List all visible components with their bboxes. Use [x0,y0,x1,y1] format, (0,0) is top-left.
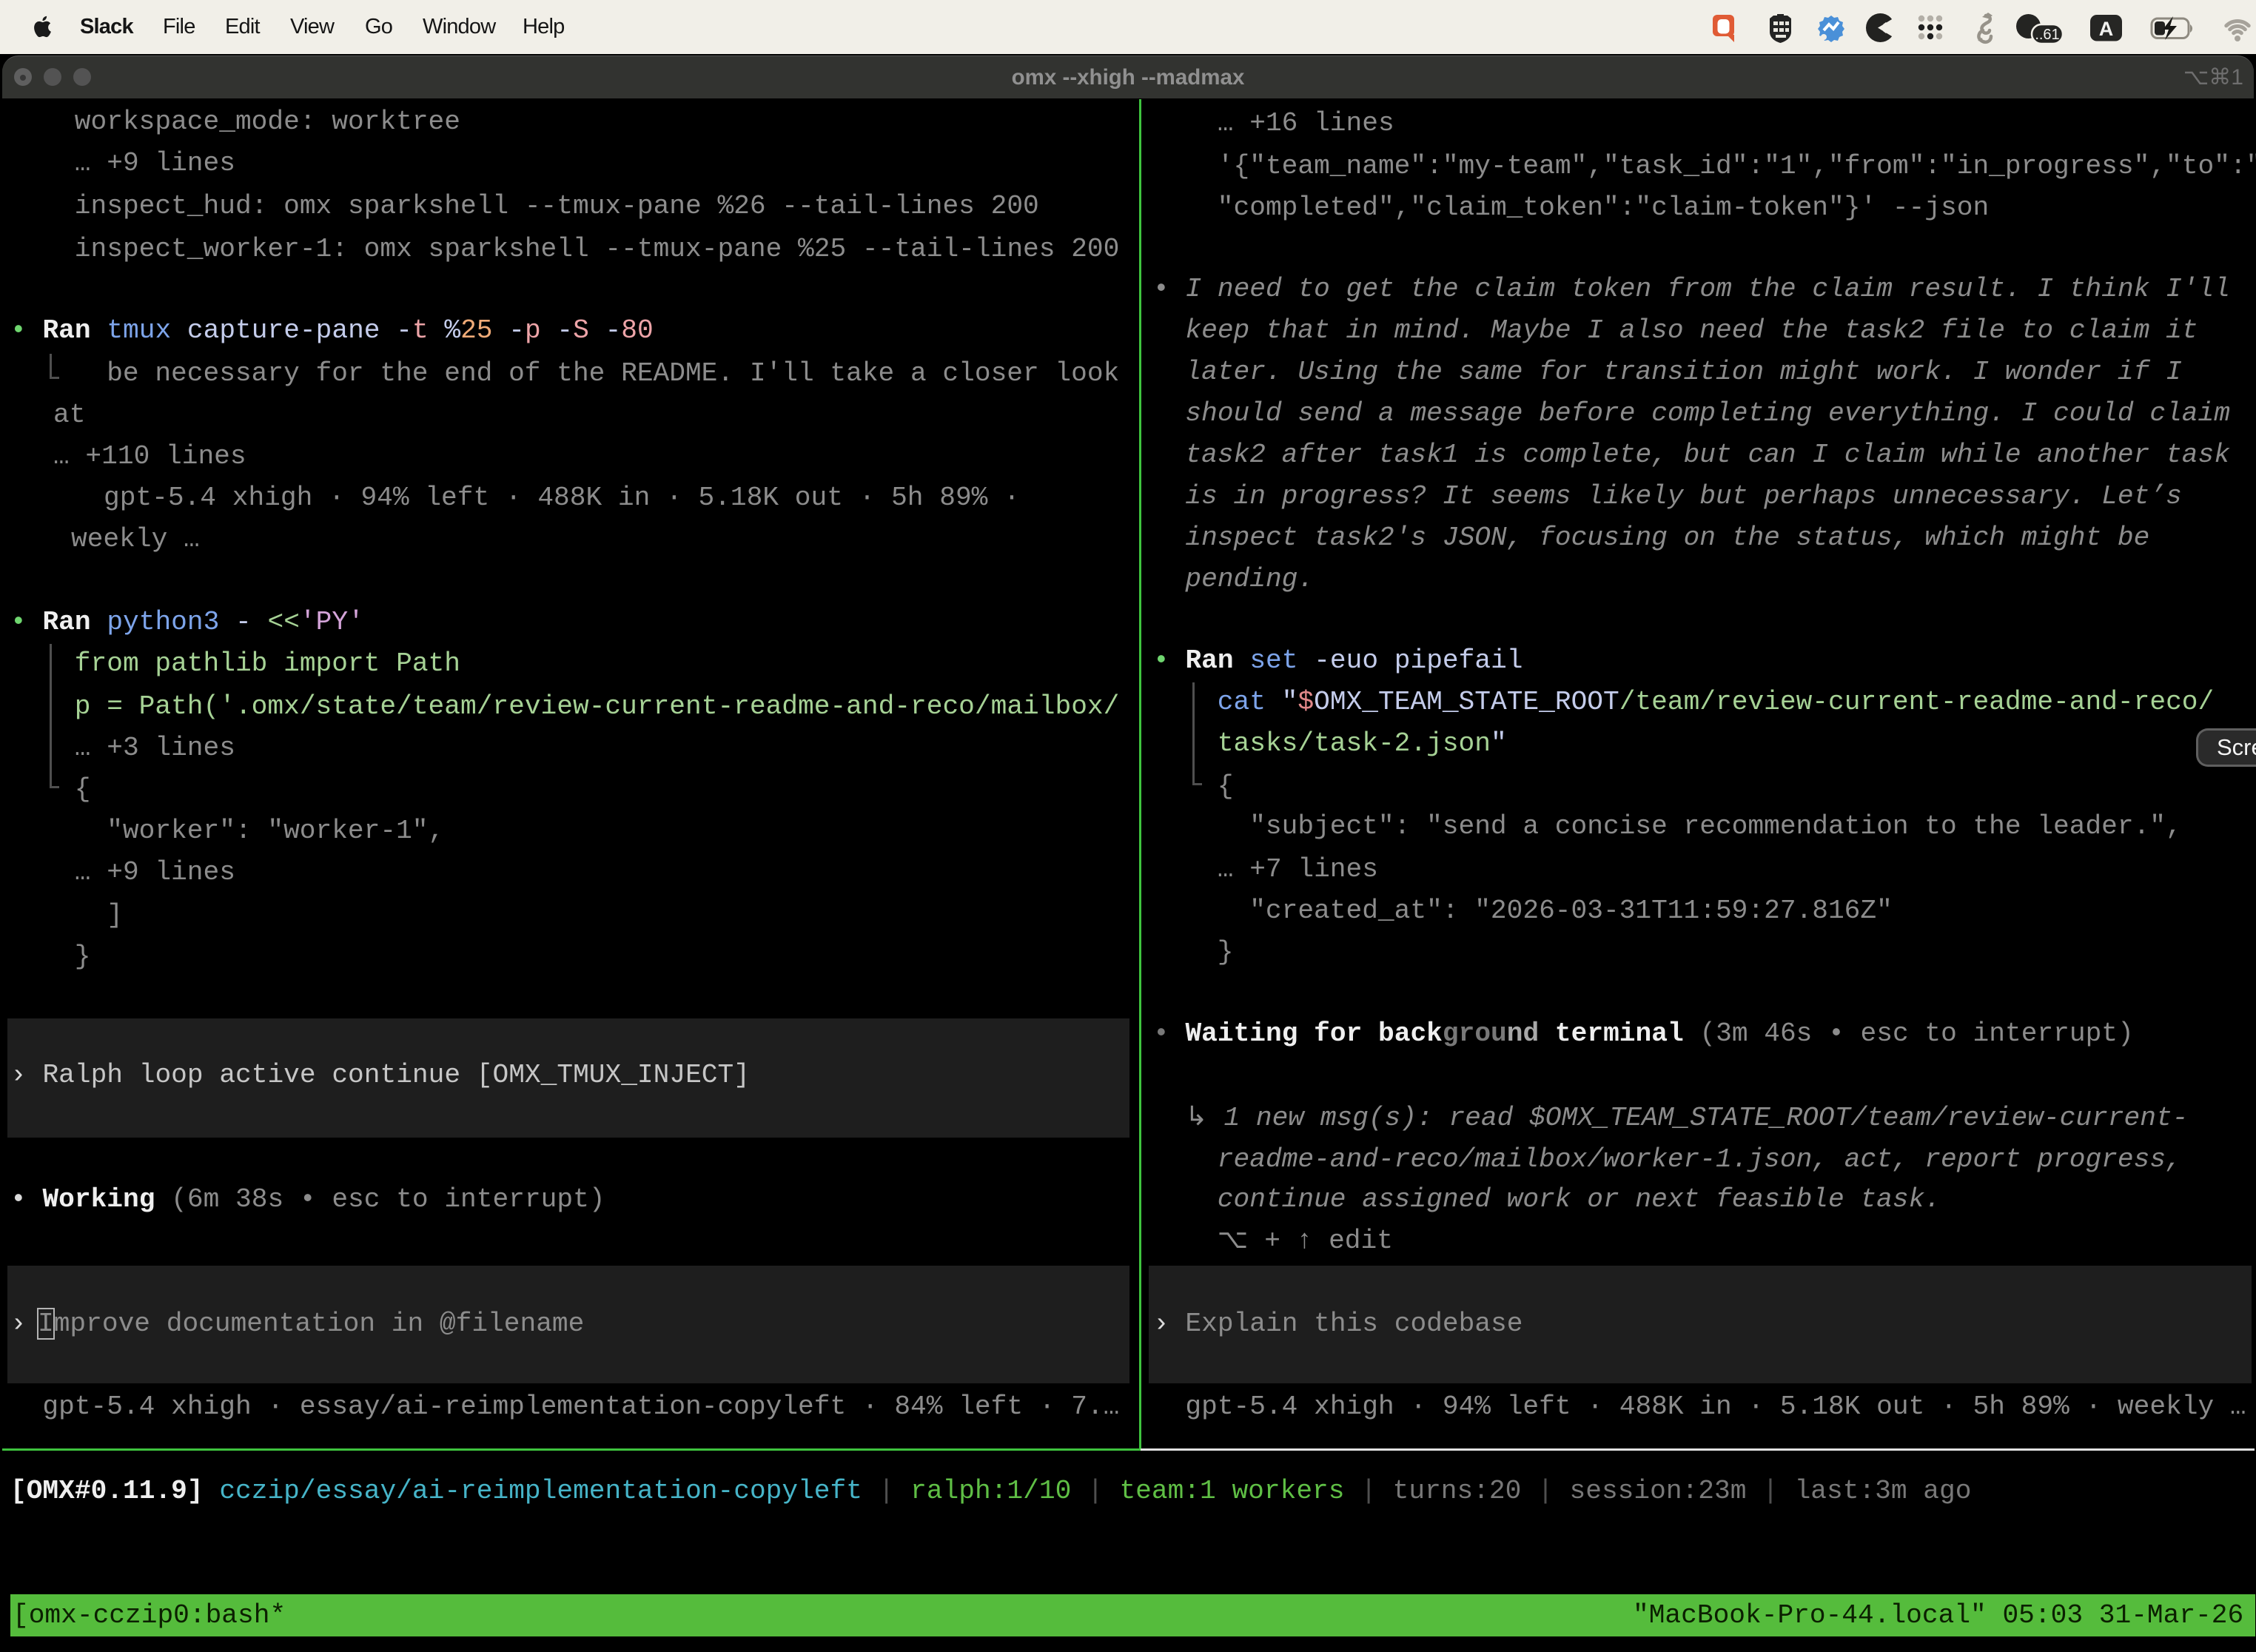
svg-text:A: A [2099,18,2114,40]
svg-text:..61: ..61 [2035,27,2059,43]
